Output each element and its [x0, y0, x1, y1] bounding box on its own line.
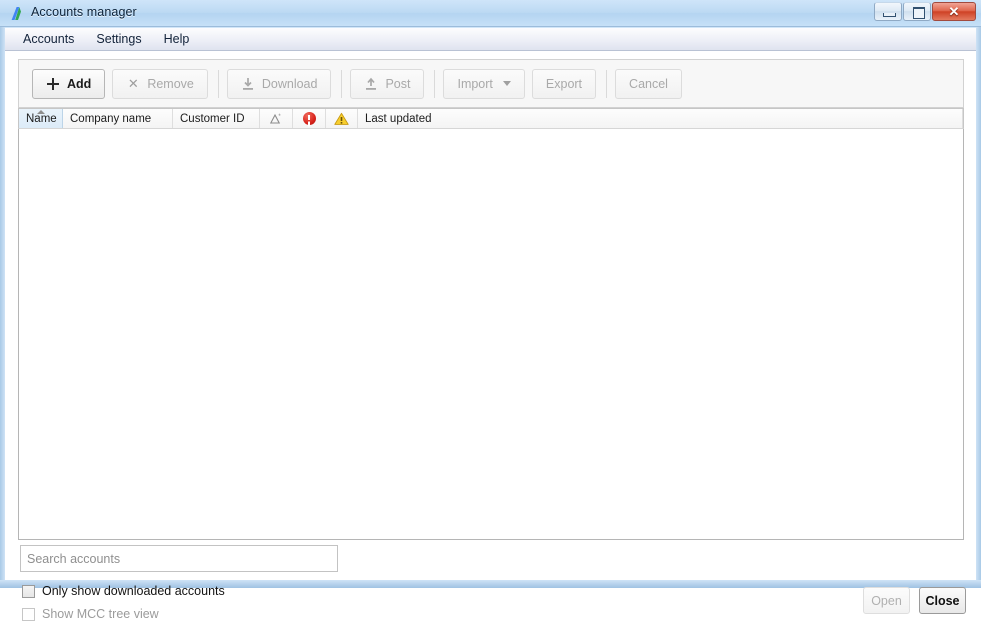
- only-downloaded-accounts-label: Only show downloaded accounts: [42, 584, 225, 598]
- title-bar: Accounts manager ✕: [0, 0, 981, 27]
- window-title: Accounts manager: [31, 5, 137, 19]
- menu-bar: Accounts Settings Help: [5, 28, 976, 51]
- accounts-grid-header: Name Company name Customer ID * Last upd…: [18, 108, 964, 129]
- column-header-customer-id[interactable]: Customer ID: [173, 109, 260, 128]
- upload-icon: [364, 77, 378, 91]
- close-icon: ✕: [948, 4, 960, 19]
- import-button-label: Import: [457, 76, 493, 91]
- changes-delta-icon: *: [269, 113, 283, 125]
- column-header-changes[interactable]: *: [260, 109, 293, 128]
- warning-icon: [334, 112, 349, 126]
- column-header-last-updated-label: Last updated: [365, 112, 432, 125]
- window-border-right: [976, 0, 981, 588]
- toolbar-separator-4: [606, 69, 608, 98]
- add-button-label: Add: [67, 76, 92, 91]
- column-header-company-name-label: Company name: [70, 112, 152, 125]
- cancel-button-label: Cancel: [629, 76, 668, 91]
- window-controls: ✕: [873, 2, 976, 21]
- download-button[interactable]: Download: [226, 68, 332, 99]
- column-header-last-updated[interactable]: Last updated: [358, 109, 963, 128]
- only-downloaded-accounts-checkbox[interactable]: [22, 584, 35, 598]
- only-downloaded-accounts-checkbox-row[interactable]: Only show downloaded accounts: [22, 584, 225, 598]
- maximize-button[interactable]: [903, 2, 931, 21]
- adwords-a-icon: [9, 5, 26, 22]
- export-button-label: Export: [545, 76, 583, 91]
- client-area: Add ✕ Remove Download Post Import Export…: [5, 51, 976, 621]
- toolbar: Add ✕ Remove Download Post Import Export…: [18, 59, 964, 108]
- maximize-icon: [913, 7, 925, 19]
- column-header-errors[interactable]: [293, 109, 326, 128]
- toolbar-separator-3: [434, 69, 436, 98]
- plus-icon: [46, 77, 60, 91]
- menu-item-help[interactable]: Help: [155, 30, 199, 49]
- remove-button[interactable]: ✕ Remove: [112, 68, 208, 99]
- x-icon: ✕: [127, 75, 139, 91]
- accounts-list[interactable]: [18, 108, 964, 540]
- column-header-name-label: Name: [26, 112, 57, 125]
- toolbar-separator: [217, 69, 219, 98]
- cancel-button[interactable]: Cancel: [615, 68, 682, 99]
- accounts-manager-window: Accounts manager ✕ Accounts Settings Hel…: [0, 0, 981, 621]
- minimize-icon: [883, 13, 896, 17]
- search-input[interactable]: [20, 545, 338, 572]
- show-mcc-tree-view-label: Show MCC tree view: [42, 607, 159, 621]
- menu-item-accounts[interactable]: Accounts: [14, 30, 83, 49]
- svg-text:*: *: [278, 114, 281, 120]
- error-icon: [302, 112, 316, 125]
- export-button[interactable]: Export: [531, 68, 597, 99]
- column-header-customer-id-label: Customer ID: [180, 112, 245, 125]
- download-icon: [241, 77, 255, 91]
- menu-item-settings[interactable]: Settings: [87, 30, 150, 49]
- close-button[interactable]: Close: [919, 587, 966, 614]
- column-header-warnings[interactable]: [326, 109, 358, 128]
- add-button[interactable]: Add: [32, 68, 106, 99]
- import-button[interactable]: Import: [443, 68, 525, 99]
- show-mcc-tree-view-checkbox[interactable]: [22, 607, 35, 621]
- post-button-label: Post: [385, 76, 411, 91]
- remove-button-label: Remove: [147, 76, 194, 91]
- toolbar-separator-2: [341, 69, 343, 98]
- close-window-button[interactable]: ✕: [932, 2, 976, 21]
- minimize-button[interactable]: [874, 2, 902, 21]
- column-header-company-name[interactable]: Company name: [63, 109, 173, 128]
- post-button[interactable]: Post: [350, 68, 425, 99]
- sort-ascending-icon: [36, 110, 45, 114]
- download-button-label: Download: [261, 76, 318, 91]
- chevron-down-icon: [502, 81, 511, 86]
- column-header-name[interactable]: Name: [19, 109, 63, 128]
- show-mcc-tree-view-checkbox-row[interactable]: Show MCC tree view: [22, 607, 159, 621]
- open-button[interactable]: Open: [863, 587, 910, 614]
